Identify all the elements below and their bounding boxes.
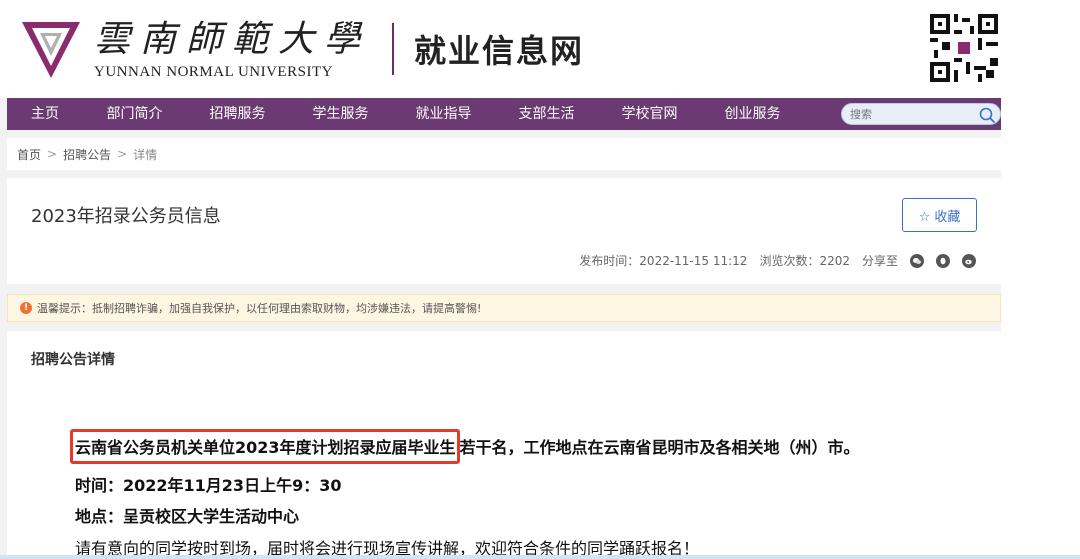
announcement-paragraph: 云南省公务员机关单位2023年度计划招录应届毕业生 若干名，工作地点在云南省昆明市… xyxy=(70,429,860,464)
announcement-rest: 若干名，工作地点在云南省昆明市及各相关地（州）市。 xyxy=(459,438,860,457)
publish-time: 发布时间：2022-11-15 11:12 xyxy=(579,254,748,268)
breadcrumb-current: 详情 xyxy=(133,147,158,162)
warning-tip: ! 温馨提示：抵制招聘诈骗，加强自我保护，以任何理由索取财物，均涉嫌违法，请提高… xyxy=(7,294,1001,322)
main-nav: 主页 部门简介 招聘服务 学生服务 就业指导 支部生活 学校官网 创业服务 xyxy=(7,98,1001,130)
alert-icon: ! xyxy=(20,302,32,314)
site-title: 就业信息网 xyxy=(414,32,585,70)
article-meta: 发布时间：2022-11-15 11:12 浏览次数：2202 分享至 xyxy=(567,252,976,269)
logo-chinese-name: 雲南師範大學 xyxy=(94,18,371,60)
search-box xyxy=(841,103,1001,125)
bottom-border xyxy=(0,555,1080,559)
nav-item-home[interactable]: 主页 xyxy=(7,98,83,130)
nav-item-party-life[interactable]: 支部生活 xyxy=(495,98,598,130)
nav-item-department[interactable]: 部门简介 xyxy=(83,98,186,130)
breadcrumb-home[interactable]: 首页 xyxy=(17,146,41,163)
nav-item-school-site[interactable]: 学校官网 xyxy=(598,98,701,130)
search-input[interactable] xyxy=(850,106,970,122)
chevron-right-icon: > xyxy=(117,147,128,161)
qr-code-icon xyxy=(930,14,998,82)
favorite-button[interactable]: ☆ 收藏 xyxy=(902,198,977,232)
warning-tip-text: 温馨提示：抵制招聘诈骗，加强自我保护，以任何理由索取财物，均涉嫌违法，请提高警惕… xyxy=(37,302,482,315)
university-logo[interactable]: 雲南師範大學 YUNNAN NORMAL UNIVERSITY 就业信息网 xyxy=(20,14,584,84)
breadcrumb-section[interactable]: 招聘公告 xyxy=(63,146,111,163)
article-header: 2023年招录公务员信息 ☆ 收藏 发布时间：2022-11-15 11:12 … xyxy=(7,178,1001,284)
logo-english-name: YUNNAN NORMAL UNIVERSITY xyxy=(94,63,333,80)
event-location: 地点：呈贡校区大学生活动中心 xyxy=(75,507,300,526)
event-time: 时间：2022年11月23日上午9：30 xyxy=(75,476,342,495)
share-label: 分享至 xyxy=(861,254,898,268)
nav-item-entrepreneurship[interactable]: 创业服务 xyxy=(701,98,804,130)
nav-item-recruitment[interactable]: 招聘服务 xyxy=(186,98,289,130)
logo-divider xyxy=(392,23,395,75)
chevron-right-icon: > xyxy=(47,147,58,161)
site-header: 雲南師範大學 YUNNAN NORMAL UNIVERSITY 就业信息网 xyxy=(0,0,1080,98)
page-margin xyxy=(1001,98,1080,559)
view-count: 浏览次数：2202 xyxy=(759,254,850,268)
logo-text: 雲南師範大學 YUNNAN NORMAL UNIVERSITY xyxy=(94,18,370,81)
highlighted-text: 云南省公务员机关单位2023年度计划招录应届毕业生 xyxy=(70,429,460,464)
nav-item-student-services[interactable]: 学生服务 xyxy=(289,98,392,130)
breadcrumb: 首页 > 招聘公告 > 详情 xyxy=(7,138,1001,170)
section-title: 招聘公告详情 xyxy=(31,352,115,368)
page-title: 2023年招录公务员信息 xyxy=(31,206,221,227)
share-qq-icon[interactable] xyxy=(936,253,950,268)
article-body: 招聘公告详情 云南省公务员机关单位2023年度计划招录应届毕业生 若干名，工作地点… xyxy=(7,331,1001,559)
share-wechat-icon[interactable] xyxy=(910,253,924,268)
share-weibo-icon[interactable] xyxy=(962,253,976,268)
nav-item-career-guidance[interactable]: 就业指导 xyxy=(392,98,495,130)
search-icon[interactable] xyxy=(978,106,996,124)
university-emblem-icon xyxy=(20,18,82,80)
